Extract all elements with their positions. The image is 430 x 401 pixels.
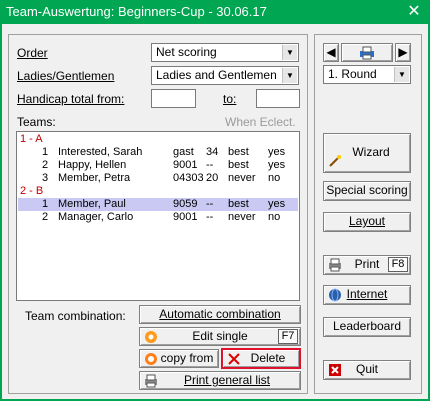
internet-button[interactable]: Internet: [323, 285, 411, 305]
team-member-row[interactable]: 1 Member, Paul 9059 -- best yes: [18, 198, 298, 211]
team-member-row[interactable]: 2 Happy, Hellen 9001 -- best yes: [18, 159, 298, 172]
next-round-button[interactable]: ▶: [395, 43, 411, 62]
team-group-label: 2 - B: [20, 185, 44, 197]
team-cell-score: --: [206, 198, 214, 210]
print-button[interactable]: Print F8: [323, 255, 411, 275]
delete-button[interactable]: Delete: [221, 348, 301, 369]
team-cell-name: Interested, Sarah: [58, 146, 143, 158]
team-cell-c0: 2: [42, 211, 49, 223]
team-member-row[interactable]: 1 Interested, Sarah gast 34 best yes: [18, 146, 298, 159]
edit-icon: [144, 330, 158, 344]
team-cell-score: --: [206, 211, 214, 223]
special-scoring-button[interactable]: Special scoring: [323, 181, 411, 201]
wizard-button[interactable]: Wizard: [323, 133, 411, 173]
team-cell-hcp: gast: [173, 146, 194, 158]
title-bar[interactable]: Team-Auswertung: Beginners-Cup - 30.06.1…: [0, 0, 430, 24]
team-cell-flag: yes: [268, 146, 286, 158]
team-cell-name: Manager, Carlo: [58, 211, 134, 223]
team-cell-mode: never: [228, 211, 256, 223]
print-shortcut: F8: [388, 257, 408, 272]
chevron-down-icon: ▼: [282, 68, 297, 83]
copy-icon: [144, 352, 158, 366]
right-panel: ◀ ▶ 1. Round ▼ Wizard Special scoring La…: [314, 34, 422, 394]
team-cell-c0: 1: [42, 198, 49, 210]
close-button[interactable]: ✕: [404, 2, 424, 22]
to-label: to:: [223, 92, 237, 106]
globe-icon: [328, 288, 342, 302]
team-cell-score: 34: [206, 146, 219, 158]
chevron-down-icon: ▼: [282, 45, 297, 60]
team-cell-name: Happy, Hellen: [58, 159, 127, 171]
team-cell-hcp: 9001: [173, 211, 198, 223]
edit-single-button[interactable]: Edit single F7: [139, 327, 301, 346]
automatic-combination-button[interactable]: Automatic combination: [139, 305, 301, 324]
print-general-list-button[interactable]: Print general list: [139, 371, 301, 390]
wizard-icon: [328, 146, 342, 167]
edit-single-shortcut: F7: [278, 329, 298, 344]
quit-button[interactable]: Quit: [323, 360, 411, 380]
team-cell-name: Member, Petra: [58, 172, 131, 184]
team-group-header[interactable]: 2 - B: [18, 185, 298, 198]
print-round-button[interactable]: [341, 43, 393, 62]
team-cell-hcp: 9001: [173, 159, 198, 171]
layout-button[interactable]: Layout: [323, 212, 411, 232]
team-group-label: 1 - A: [20, 133, 43, 145]
order-select[interactable]: Net scoring ▼: [151, 43, 299, 62]
round-select[interactable]: 1. Round ▼: [323, 65, 411, 84]
team-cell-flag: yes: [268, 198, 286, 210]
team-cell-flag: no: [268, 172, 281, 184]
team-cell-c0: 1: [42, 146, 49, 158]
previous-round-button[interactable]: ◀: [323, 43, 339, 62]
team-cell-mode: best: [228, 198, 249, 210]
team-cell-score: 20: [206, 172, 219, 184]
team-member-row[interactable]: 3 Member, Petra 04303 20 never no: [18, 172, 298, 185]
order-label: Order: [17, 46, 48, 60]
team-cell-hcp: 9059: [173, 198, 198, 210]
handicap-label: Handicap total from:: [17, 92, 125, 106]
ladies-select-value: Ladies and Gentlemen: [156, 68, 277, 82]
team-cell-c0: 2: [42, 159, 49, 171]
teams-label: Teams:: [17, 115, 56, 129]
printer-icon: [360, 46, 374, 60]
round-select-value: 1. Round: [328, 67, 377, 81]
quit-icon: [328, 363, 342, 377]
team-cell-hcp: 04303: [173, 172, 204, 184]
team-cell-name: Member, Paul: [58, 198, 126, 210]
teams-list[interactable]: 1 - A 1 Interested, Sarah gast 34 best yes 2 Hap…: [16, 131, 300, 301]
team-cell-flag: yes: [268, 159, 286, 171]
team-combination-label: Team combination:: [25, 309, 126, 323]
team-group-header[interactable]: 1 - A: [18, 133, 298, 146]
ladies-select[interactable]: Ladies and Gentlemen ▼: [151, 66, 299, 85]
left-panel: Order Net scoring ▼ Ladies/Gentlemen Lad…: [8, 34, 308, 394]
leaderboard-button[interactable]: Leaderboard: [323, 317, 411, 337]
app-window: Team-Auswertung: Beginners-Cup - 30.06.1…: [0, 0, 430, 401]
ladies-label: Ladies/Gentlemen: [17, 69, 115, 83]
team-cell-flag: no: [268, 211, 281, 223]
team-cell-mode: best: [228, 146, 249, 158]
team-cell-c0: 3: [42, 172, 49, 184]
window-title: Team-Auswertung: Beginners-Cup - 30.06.1…: [6, 4, 267, 19]
client-area: Order Net scoring ▼ Ladies/Gentlemen Lad…: [2, 24, 428, 399]
team-cell-mode: best: [228, 159, 249, 171]
handicap-to-input[interactable]: [256, 89, 300, 108]
team-cell-mode: never: [228, 172, 256, 184]
order-select-value: Net scoring: [156, 45, 217, 59]
printer-icon: [144, 374, 158, 388]
team-member-row[interactable]: 2 Manager, Carlo 9001 -- never no: [18, 211, 298, 224]
chevron-down-icon: ▼: [394, 67, 409, 82]
delete-icon: [227, 352, 241, 366]
handicap-from-input[interactable]: [151, 89, 196, 108]
team-cell-score: --: [206, 159, 214, 171]
copy-from-button[interactable]: copy from: [139, 349, 219, 368]
when-eclect-label: When Eclect.: [225, 115, 296, 129]
printer-icon: [328, 258, 342, 272]
